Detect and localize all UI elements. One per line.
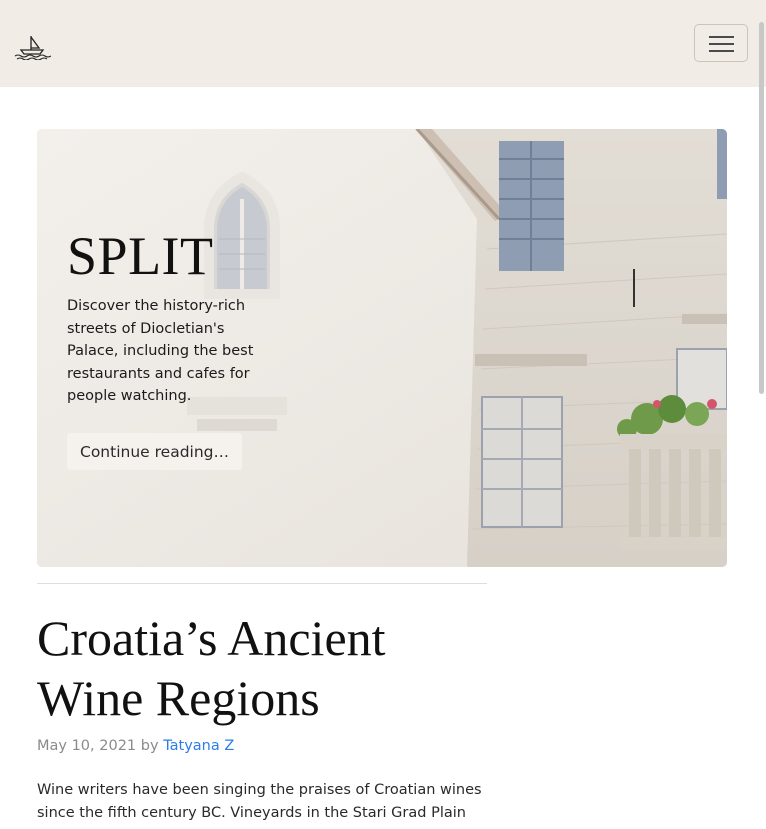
post-author-link[interactable]: Tatyana Z xyxy=(163,738,234,754)
sailboat-icon xyxy=(14,36,52,61)
hero-title: SPLIT xyxy=(67,226,214,286)
hero-description: Discover the history-rich streets of Dio… xyxy=(67,298,254,404)
post-by: by xyxy=(140,738,159,754)
continue-reading-button[interactable]: Continue reading… xyxy=(67,433,242,470)
post-excerpt: Wine writers have been singing the prais… xyxy=(37,782,482,821)
navbar xyxy=(0,0,766,87)
section-divider xyxy=(37,583,487,584)
hero-card: SPLIT Discover the history-rich streets … xyxy=(37,129,727,567)
site-logo[interactable] xyxy=(13,34,52,61)
navbar-toggle-button[interactable] xyxy=(694,24,748,62)
post-title[interactable]: Croatia’s Ancient Wine Regions xyxy=(37,608,497,728)
post-date: May 10, 2021 xyxy=(37,738,137,754)
page-scrollbar[interactable] xyxy=(759,22,764,394)
post-meta: May 10, 2021 by Tatyana Z xyxy=(37,738,234,754)
